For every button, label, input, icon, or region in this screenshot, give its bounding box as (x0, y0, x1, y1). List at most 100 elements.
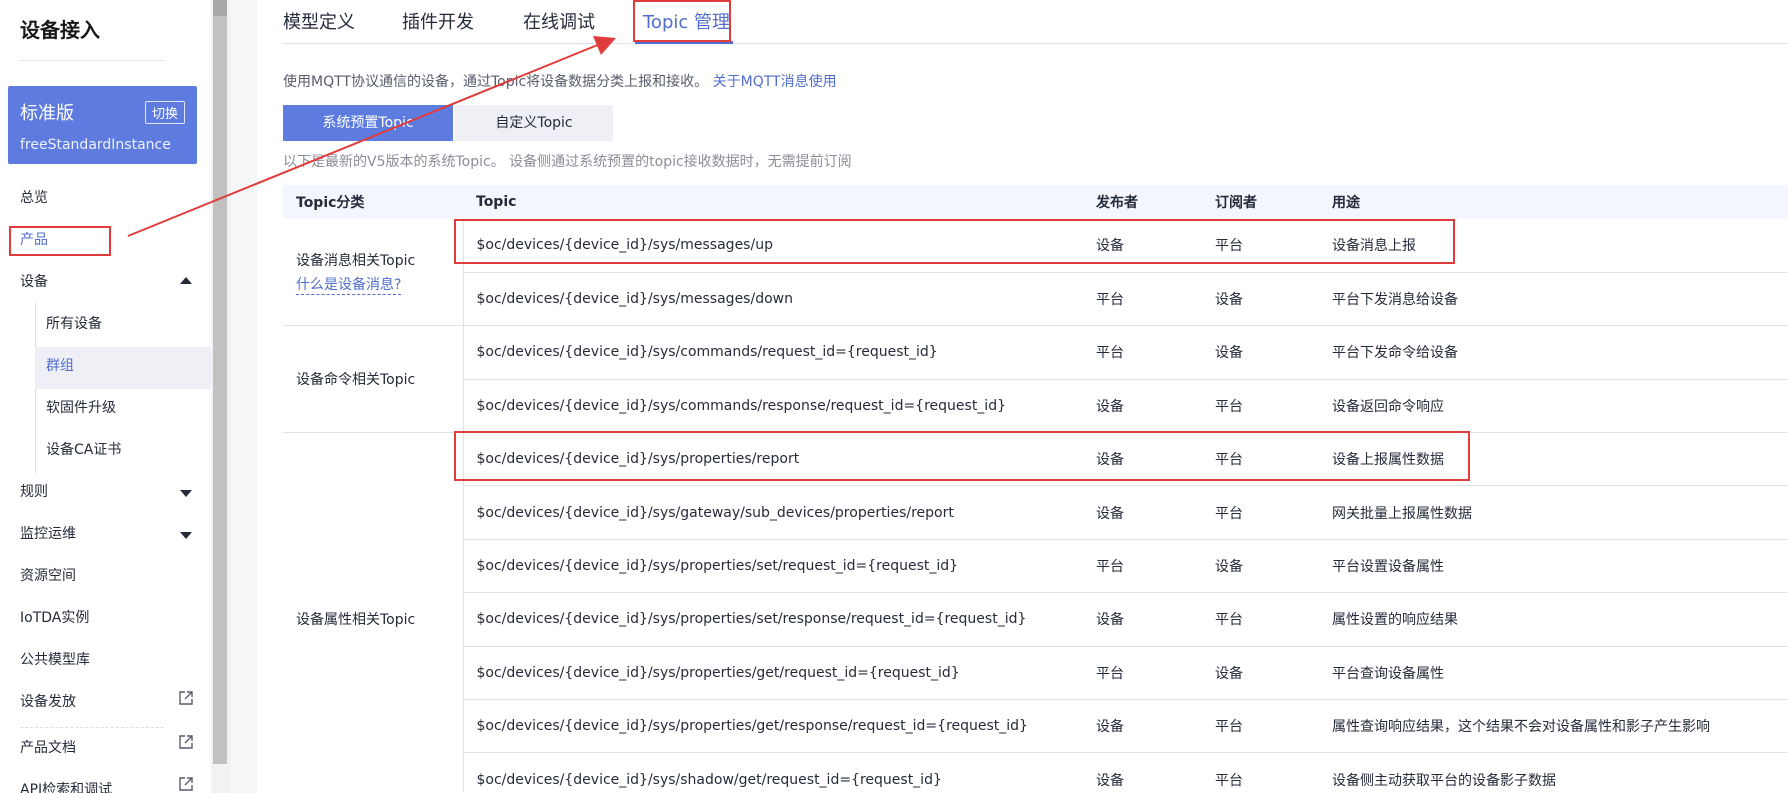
publisher-cell: 设备 (1083, 699, 1202, 754)
topic-cell: $oc/devices/{device_id}/sys/gateway/sub_… (463, 485, 1083, 540)
tab-bar: 模型定义 插件开发 在线调试 Topic 管理 (283, 0, 1788, 44)
sidebar-item-product-docs[interactable]: 产品文档 (20, 738, 76, 758)
external-link-icon[interactable] (178, 690, 194, 706)
sidebar-item-device-ca[interactable]: 设备CA证书 (46, 440, 121, 460)
sidebar-title: 设备接入 (20, 18, 100, 42)
table-row: $oc/devices/{device_id}/sys/properties/s… (283, 592, 1788, 647)
sidebar-item-iotda-instance[interactable]: IoTDA实例 (20, 608, 89, 628)
system-topic-note: 以下是最新的V5版本的系统Topic。 设备侧通过系统预置的topic接收数据时… (283, 154, 852, 170)
topic-cell: $oc/devices/{device_id}/sys/properties/s… (463, 592, 1083, 647)
category-label: 设备命令相关Topic (296, 372, 416, 389)
edition-card: 标准版 切换 freeStandardInstance (8, 86, 197, 164)
sidebar-item-device[interactable]: 设备 (20, 272, 48, 292)
publisher-cell: 平台 (1083, 539, 1202, 594)
sidebar: 设备接入 标准版 切换 freeStandardInstance 总览 产品 设… (0, 0, 211, 793)
category-cell: 设备命令相关Topic (283, 325, 464, 434)
annotation-box-product (9, 226, 111, 256)
publisher-cell: 平台 (1083, 325, 1202, 380)
table-row: $oc/devices/{device_id}/sys/commands/res… (283, 379, 1788, 434)
sidebar-item-groups[interactable]: 群组 (46, 356, 74, 376)
subscriber-cell: 设备 (1202, 272, 1319, 327)
topic-cell: $oc/devices/{device_id}/sys/properties/g… (463, 646, 1083, 701)
subscriber-cell: 平台 (1202, 752, 1319, 793)
external-link-icon[interactable] (178, 734, 194, 750)
usage-cell: 设备侧主动获取平台的设备影子数据 (1319, 752, 1788, 793)
scrollbar-arrow[interactable] (213, 0, 227, 16)
scrollbar-thumb[interactable] (213, 0, 227, 764)
table-row: $oc/devices/{device_id}/sys/shadow/get/r… (283, 752, 1788, 793)
column-header-subscriber: 订阅者 (1202, 185, 1319, 219)
category-label: 设备属性相关Topic (296, 612, 416, 629)
tab-online-debug[interactable]: 在线调试 (523, 8, 595, 34)
topic-table: Topic分类 Topic 发布者 订阅者 用途 设备消息相关Topic 什么是… (283, 185, 1788, 793)
topic-cell: $oc/devices/{device_id}/sys/commands/req… (463, 325, 1083, 380)
usage-cell: 平台设置设备属性 (1319, 539, 1788, 594)
category-cell: 设备消息相关Topic 什么是设备消息? (283, 219, 464, 327)
tab-plugin-development[interactable]: 插件开发 (402, 8, 474, 34)
subscriber-cell: 设备 (1202, 646, 1319, 701)
table-row: 设备命令相关Topic $oc/devices/{device_id}/sys/… (283, 325, 1788, 434)
system-topic-tab[interactable]: 系统预置Topic (283, 105, 453, 141)
column-header-usage: 用途 (1319, 185, 1788, 219)
topic-cell: $oc/devices/{device_id}/sys/messages/dow… (463, 272, 1083, 327)
divider (20, 60, 164, 61)
table-row: $oc/devices/{device_id}/sys/properties/s… (283, 539, 1788, 594)
topic-cell: $oc/devices/{device_id}/sys/commands/res… (463, 379, 1083, 434)
edition-switch-button[interactable]: 切换 (144, 101, 185, 124)
table-row: $oc/devices/{device_id}/sys/properties/g… (283, 699, 1788, 754)
publisher-cell: 设备 (1083, 485, 1202, 540)
category-cell: 设备属性相关Topic (283, 432, 464, 793)
usage-cell: 平台下发命令给设备 (1319, 325, 1788, 380)
sidebar-item-public-models[interactable]: 公共模型库 (20, 650, 90, 670)
chevron-down-icon[interactable] (180, 490, 192, 497)
column-header-topic: Topic (463, 185, 1083, 219)
sidebar-item-resource-space[interactable]: 资源空间 (20, 566, 76, 586)
column-header-publisher: 发布者 (1083, 185, 1202, 219)
chevron-up-icon[interactable] (180, 277, 192, 284)
mqtt-usage-link[interactable]: 关于MQTT消息使用 (713, 74, 837, 90)
usage-cell: 属性设置的响应结果 (1319, 592, 1788, 647)
subscriber-cell: 平台 (1202, 379, 1319, 434)
sidebar-item-firmware-upgrade[interactable]: 软固件升级 (46, 398, 116, 418)
annotation-box-messages-up (454, 219, 1455, 264)
usage-cell: 设备返回命令响应 (1319, 379, 1788, 434)
publisher-cell: 设备 (1083, 592, 1202, 647)
category-label: 设备消息相关Topic (296, 252, 416, 269)
publisher-cell: 平台 (1083, 272, 1202, 327)
usage-cell: 网关批量上报属性数据 (1319, 485, 1788, 540)
instance-name: freeStandardInstance (20, 137, 171, 153)
usage-cell: 平台下发消息给设备 (1319, 272, 1788, 327)
table-header-row: Topic分类 Topic 发布者 订阅者 用途 (283, 185, 1788, 219)
divider (20, 727, 164, 728)
description-text: 使用MQTT协议通信的设备，通过Topic将设备数据分类上报和接收。 (283, 74, 709, 90)
chevron-down-icon[interactable] (180, 532, 192, 539)
usage-cell: 平台查询设备属性 (1319, 646, 1788, 701)
annotation-box-topic-tab (633, 0, 731, 42)
subscriber-cell: 设备 (1202, 539, 1319, 594)
edition-name: 标准版 (20, 103, 74, 124)
sidebar-item-rules[interactable]: 规则 (20, 482, 48, 502)
subscriber-cell: 设备 (1202, 325, 1319, 380)
table-row: $oc/devices/{device_id}/sys/gateway/sub_… (283, 485, 1788, 540)
publisher-cell: 平台 (1083, 646, 1202, 701)
sidebar-item-device-provisioning[interactable]: 设备发放 (20, 692, 76, 712)
table-row: $oc/devices/{device_id}/sys/messages/dow… (283, 272, 1788, 327)
topic-cell: $oc/devices/{device_id}/sys/properties/s… (463, 539, 1083, 594)
usage-cell: 属性查询响应结果，这个结果不会对设备属性和影子产生影响 (1319, 699, 1788, 754)
subscriber-cell: 平台 (1202, 592, 1319, 647)
annotation-box-properties-report (454, 431, 1470, 481)
publisher-cell: 设备 (1083, 752, 1202, 793)
external-link-icon[interactable] (178, 776, 194, 792)
sidebar-item-all-devices[interactable]: 所有设备 (46, 314, 102, 334)
custom-topic-tab[interactable]: 自定义Topic (455, 105, 613, 141)
column-header-category: Topic分类 (283, 185, 463, 219)
sidebar-item-overview[interactable]: 总览 (20, 188, 48, 208)
publisher-cell: 设备 (1083, 379, 1202, 434)
sidebar-item-api-explorer[interactable]: API检索和调试 (20, 780, 112, 793)
device-message-help-link[interactable]: 什么是设备消息? (296, 274, 402, 295)
sidebar-item-monitoring[interactable]: 监控运维 (20, 524, 76, 544)
subscriber-cell: 平台 (1202, 485, 1319, 540)
topic-cell: $oc/devices/{device_id}/sys/shadow/get/r… (463, 752, 1083, 793)
tab-model-definition[interactable]: 模型定义 (283, 8, 355, 34)
table-row: $oc/devices/{device_id}/sys/properties/g… (283, 646, 1788, 701)
